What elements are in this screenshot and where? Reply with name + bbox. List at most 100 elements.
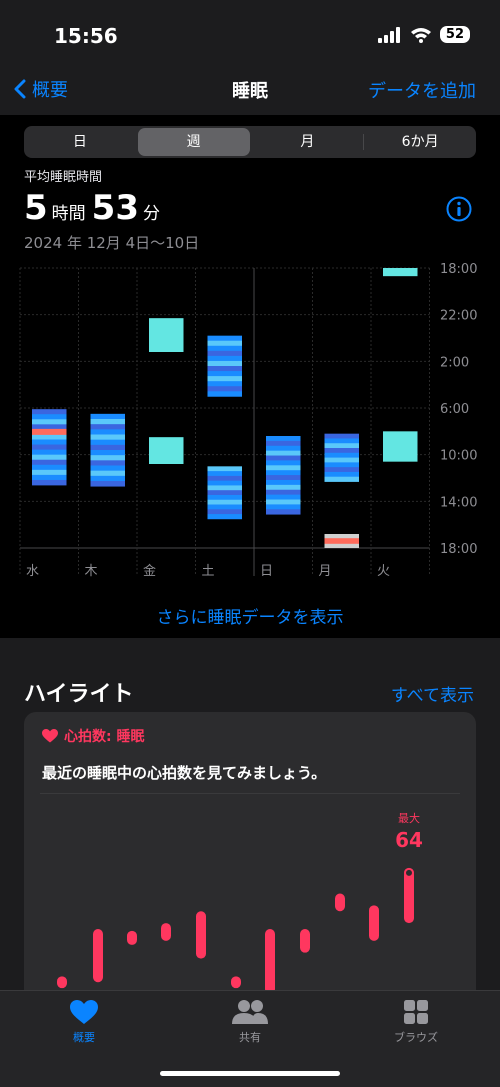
sleep-session [324,534,359,548]
wifi-icon [410,27,431,43]
sleep-stage-segment [266,445,301,452]
sleep-stage-segment [266,450,301,456]
sleep-stage-segment [324,471,359,478]
sleep-stage-segment [324,476,359,482]
sleep-session [149,437,184,464]
y-tick-label: 18:00 [440,542,477,557]
max-value: 64 [395,828,423,852]
home-indicator [160,1071,340,1076]
segment-month[interactable]: 月 [252,126,364,158]
date-range: 2024 年 12月 4日〜10日 [24,234,200,252]
sleep-stage-segment [266,455,301,461]
sleep-stage-segment [32,469,67,476]
sleep-stage-segment [324,457,359,463]
sleep-stage-segment [32,444,67,451]
sleep-stage-segment [207,475,242,482]
y-tick-label: 6:00 [440,402,469,417]
sleep-stage-segment [90,455,125,461]
sleep-stage-segment [90,450,125,456]
y-tick-label: 14:00 [440,495,477,510]
highlights-title: ハイライト [24,682,134,707]
sleep-stage-segment [32,434,67,440]
sleep-stage-segment [207,381,242,387]
sleep-stage-segment [207,340,242,347]
battery-indicator: 52 [439,26,470,43]
sleep-stage-segment [32,459,67,466]
info-icon[interactable] [446,196,472,222]
y-tick-label: 22:00 [440,309,477,324]
sleep-stage-segment [90,429,125,435]
in-bed-bar [383,268,418,277]
x-tick-label: 木 [85,564,98,579]
minutes-unit: 分 [143,204,160,224]
sleep-stage-segment [266,475,301,481]
sleep-stage-segment [207,350,242,357]
sleep-stage-segment [90,419,125,425]
sleep-session [383,431,418,462]
sleep-stage-segment [207,485,242,491]
card-divider [40,793,460,794]
status-time: 15:56 [54,24,118,48]
sleep-stage-segment [207,499,242,505]
sleep-session [383,268,418,277]
sleep-stage-segment [207,366,242,372]
grid-icon [404,1000,428,1024]
x-tick-label: 金 [143,563,156,579]
sleep-stage-segment [266,465,301,471]
tab-summary-label: 概要 [73,1031,95,1044]
sleep-stage-segment [324,448,359,454]
sleep-stage-segment [207,480,242,486]
in-bed-bar [383,431,418,462]
awake-segment [32,428,67,435]
add-data-button[interactable]: データを追加 [368,77,476,103]
see-all-button[interactable]: すべて表示 [391,681,474,706]
sleep-stage-segment [324,452,359,458]
hours-unit: 時間 [51,204,86,224]
in-bed-bar [149,437,184,464]
card-tag: 心拍数: 睡眠 [42,726,144,746]
sleep-stage-segment [207,391,242,397]
sleep-stage-segment [207,345,242,352]
sleep-stage-segment [207,360,242,367]
sleep-stage-segment [90,413,125,420]
sleep-stage-segment [266,494,301,500]
sleep-stage-segment [207,471,242,477]
sleep-stage-segment [266,479,301,486]
x-tick-label: 土 [202,564,215,579]
show-more-sleep-data-link[interactable]: さらに睡眠データを表示 [0,603,500,628]
sleep-stage-segment [266,509,301,515]
sleep-stage-segment [90,424,125,430]
tab-browse[interactable]: ブラウズ [356,999,476,1045]
max-marker [404,867,414,878]
sleep-stage-segment [266,440,301,447]
awake-segment [324,538,359,544]
max-label: 最大 [398,811,420,825]
sleep-stage-segment [90,434,125,441]
sleep-stage-segment [32,419,67,425]
sleep-stage-segment [324,467,359,473]
tab-sharing[interactable]: 共有 [190,999,310,1045]
sleep-stage-segment [207,490,242,496]
sleep-stage-segment [266,504,301,510]
sleep-chart: 18:00 22:00 2:00 6:00 10:00 14:00 18:00 水 木 金 土 日 月 火 [19,262,477,579]
sleep-stage-segment [32,409,67,415]
in-bed-bar [149,318,184,352]
y-tick-label: 2:00 [440,355,469,370]
sleep-stage-segment [90,475,125,482]
sleep-stage-segment [207,494,242,501]
period-segmented-control: 日 週 月 6か月 [24,126,476,158]
sleep-stage-segment [207,376,242,382]
x-tick-label: 水 [26,564,39,579]
sleep-stage-segment [324,462,359,468]
sleep-session [207,335,242,397]
segment-six-months[interactable]: 6か月 [364,126,476,158]
sleep-stage-segment [90,481,125,487]
cellular-signal-icon [377,26,400,43]
segment-day[interactable]: 日 [24,126,136,158]
sleep-stage-segment [32,474,67,481]
tab-summary[interactable]: 概要 [24,999,144,1045]
minutes-value: 53 [91,188,139,228]
sleep-stage-segment [90,460,125,466]
tab-browse-label: ブラウズ [394,1031,438,1044]
segment-week[interactable]: 週 [137,128,250,156]
